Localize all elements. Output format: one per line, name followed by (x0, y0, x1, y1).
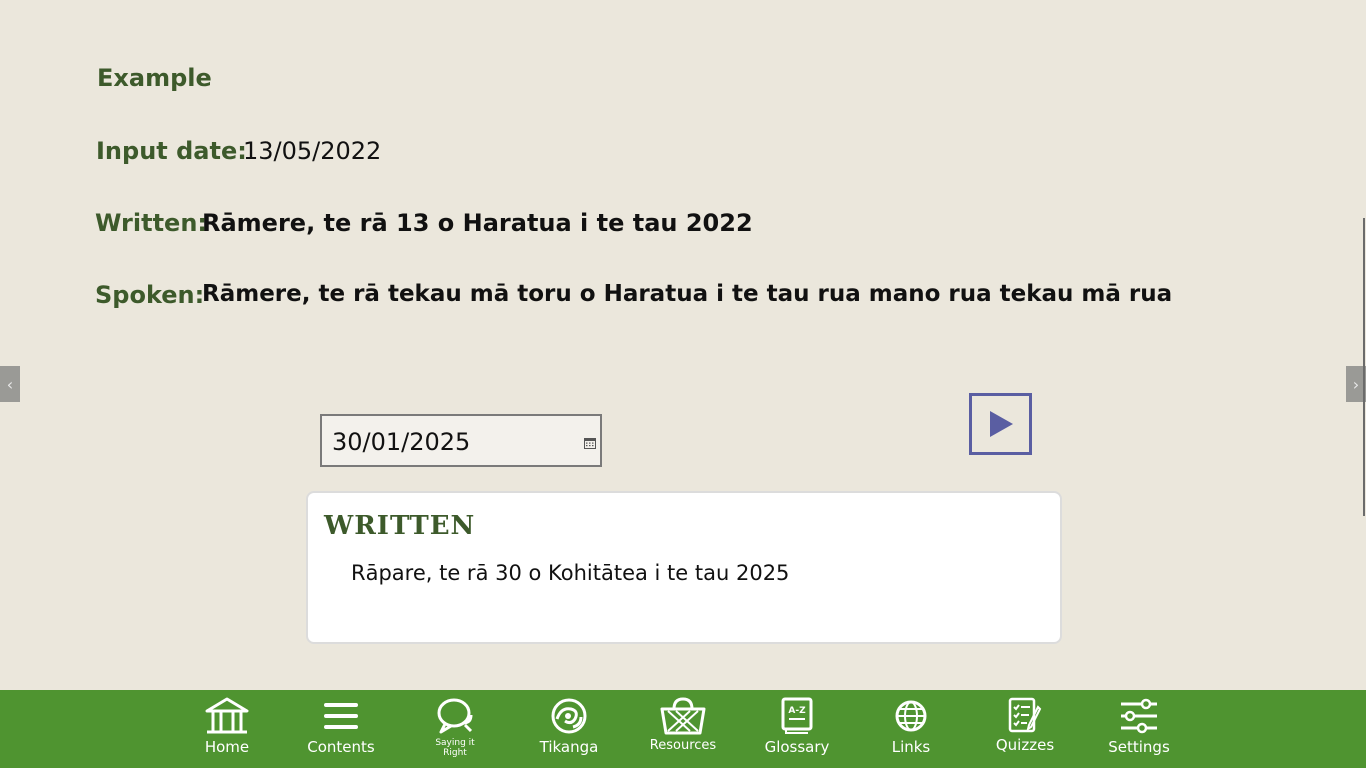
chevron-left-icon: ‹ (6, 374, 14, 394)
written-label: Written: (95, 209, 208, 237)
spoken-value: Rāmere, te rā tekau mā toru o Haratua i … (202, 281, 1173, 307)
home-icon (205, 694, 249, 738)
nav-tikanga[interactable]: Tikanga (514, 690, 624, 768)
sliders-icon (1119, 694, 1159, 738)
play-button[interactable] (969, 393, 1032, 455)
nav-saying-it-right[interactable]: Saying it Right (400, 690, 510, 768)
nav-links-label: Links (891, 738, 931, 756)
nav-glossary[interactable]: A-Z Glossary (742, 690, 852, 768)
previous-page-button[interactable]: ‹ (0, 366, 20, 402)
book-az-icon: A-Z (780, 694, 814, 738)
bottom-nav-bar: Home Contents Saying it Right Tikanga Re… (0, 690, 1366, 768)
nav-resources[interactable]: Resources (628, 690, 738, 768)
nav-settings[interactable]: Settings (1084, 690, 1194, 768)
nav-tikanga-label: Tikanga (539, 738, 599, 756)
speech-bubbles-icon (435, 694, 475, 738)
nav-glossary-label: Glossary (764, 738, 830, 756)
play-icon (987, 410, 1015, 438)
chevron-right-icon: › (1352, 374, 1360, 394)
menu-icon (323, 694, 359, 738)
nav-home[interactable]: Home (172, 690, 282, 768)
spoken-label: Spoken: (95, 281, 205, 309)
nav-contents[interactable]: Contents (286, 690, 396, 768)
nav-settings-label: Settings (1108, 738, 1170, 756)
nav-home-label: Home (204, 738, 250, 756)
nav-quizzes-label: Quizzes (995, 736, 1055, 754)
nav-contents-label: Contents (307, 738, 375, 756)
date-input-value: 30/01/2025 (332, 428, 471, 456)
nav-resources-label: Resources (649, 738, 717, 753)
written-value: Rāmere, te rā 13 o Haratua i te tau 2022 (202, 209, 753, 237)
input-date-value: 13/05/2022 (243, 137, 382, 165)
input-date-label: Input date: (96, 137, 247, 165)
nav-saying-it-right-label: Saying it Right (435, 738, 475, 758)
written-result-text: Rāpare, te rā 30 o Kohitātea i te tau 20… (351, 561, 790, 585)
checklist-icon (1007, 694, 1043, 738)
example-heading: Example (97, 64, 212, 92)
basket-icon (660, 694, 706, 738)
written-result-card: WRITTEN Rāpare, te rā 30 o Kohitātea i t… (306, 491, 1062, 644)
nav-links[interactable]: Links (856, 690, 966, 768)
koru-icon (549, 694, 589, 738)
date-input[interactable]: 30/01/2025 (320, 414, 602, 467)
globe-icon (894, 694, 928, 738)
written-result-title: WRITTEN (324, 511, 476, 541)
scrollbar[interactable] (1363, 218, 1365, 516)
nav-quizzes[interactable]: Quizzes (970, 690, 1080, 768)
svg-text:A-Z: A-Z (788, 706, 806, 716)
calendar-icon[interactable] (584, 437, 596, 449)
